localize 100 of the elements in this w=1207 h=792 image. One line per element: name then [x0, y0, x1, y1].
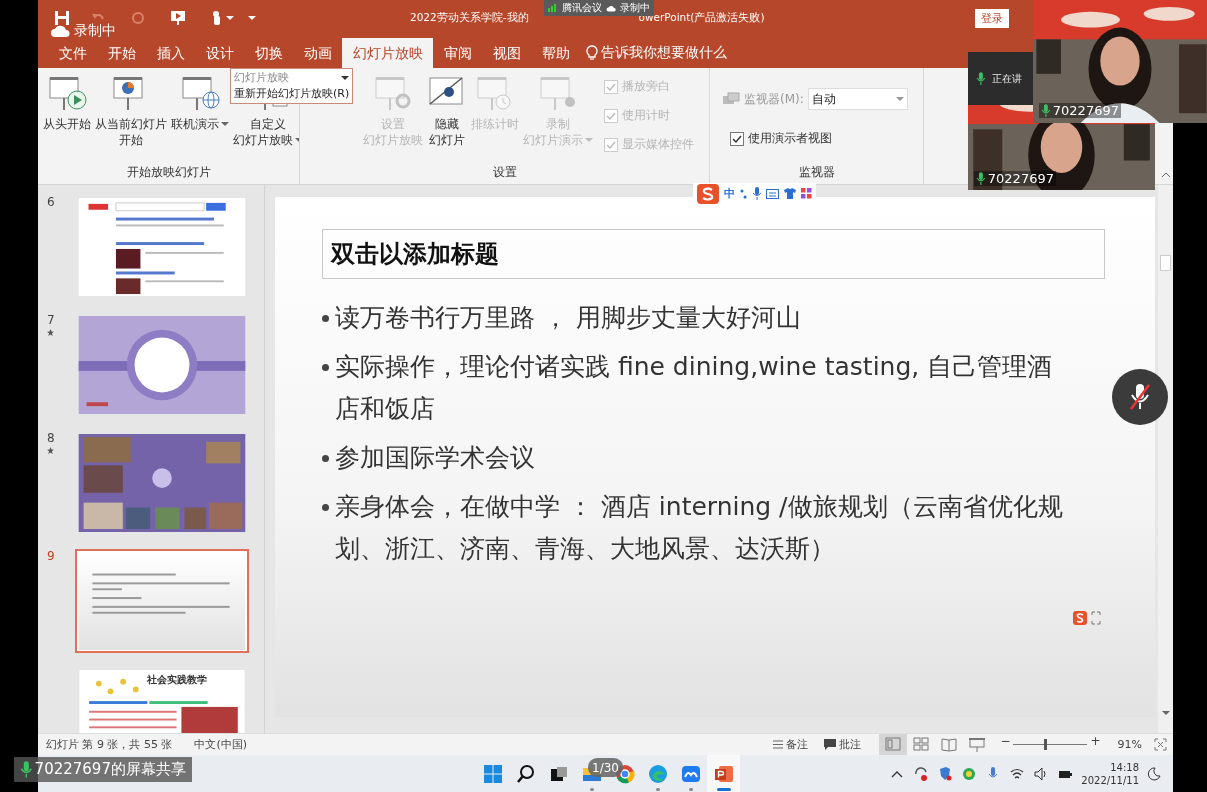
caret-icon — [585, 137, 593, 143]
comments-button[interactable]: 批注 — [816, 734, 870, 755]
ime-logo-icon[interactable] — [697, 183, 719, 204]
book-view-icon — [941, 737, 958, 752]
running-indicator — [688, 788, 693, 791]
running-indicator — [589, 788, 594, 791]
zoom-percent[interactable]: 91% — [1117, 738, 1142, 751]
checkbox[interactable]: 使用演示者视图 — [730, 130, 902, 147]
language[interactable]: 中文(中国) — [194, 737, 248, 752]
running-indicator — [655, 788, 660, 791]
ribbon-tab[interactable]: 切换 — [244, 42, 293, 64]
ribbon-tab[interactable]: 帮助 — [531, 42, 580, 64]
group-label: 开始放映幻灯片 — [125, 164, 212, 181]
recording-label: 录制中 — [74, 22, 116, 39]
meeting-app-name: 腾讯会议 — [562, 1, 602, 15]
input-mode[interactable]: 中 — [724, 186, 735, 201]
thumbnail-title: 社会实践教学 — [147, 673, 207, 687]
tooltip-title: 幻灯片放映 — [234, 70, 289, 86]
meeting-app-icon — [680, 763, 701, 784]
caret-icon — [221, 121, 229, 127]
microphone-icon — [976, 71, 986, 86]
punctuation-icon[interactable] — [740, 187, 748, 200]
speaker-status: 正在讲 — [991, 71, 1022, 86]
ribbon-tab[interactable]: 审阅 — [433, 42, 482, 64]
expand-icon[interactable] — [1091, 611, 1101, 625]
grid-icon[interactable] — [801, 188, 812, 199]
zoom-in-button[interactable]: + — [1087, 734, 1104, 747]
bullet-text: 实际操作，理论付诸实践 fine dining,wine tasting, 自己管理酒店和饭店 — [335, 351, 1054, 425]
notes-button[interactable]: 备注 — [765, 734, 817, 755]
tell-me-search[interactable]: 告诉我你想要做什么 — [601, 44, 727, 62]
shield-icon[interactable] — [937, 765, 954, 782]
ribbon-tab[interactable]: 开始 — [97, 42, 146, 64]
microphone-icon — [20, 760, 33, 779]
slideshow-view-icon — [969, 737, 986, 752]
caret-icon — [248, 15, 256, 21]
recycle-icon[interactable] — [961, 765, 978, 782]
running-indicator — [716, 788, 731, 791]
scrollbar-thumb[interactable] — [1160, 255, 1171, 271]
monitor-dropdown[interactable]: 自动 — [807, 88, 908, 110]
bullet-icon — [322, 364, 329, 371]
ribbon-tab[interactable]: 视图 — [482, 42, 531, 64]
title-placeholder[interactable]: 双击以添加标题 — [322, 229, 1105, 279]
slide-count: 幻灯片 第 9 张，共 55 张 — [46, 737, 173, 752]
caret-icon — [895, 96, 904, 102]
cloud-icon — [50, 23, 70, 38]
caret-icon — [226, 15, 234, 21]
ribbon-button[interactable]: 从头开始 — [42, 74, 92, 132]
ribbon-tab[interactable]: 文件 — [48, 42, 97, 64]
recording-status: 录制中 — [620, 1, 650, 13]
monitors-icon — [722, 92, 740, 106]
ribbon-tab[interactable]: 插入 — [146, 42, 195, 64]
moon-icon[interactable] — [1147, 766, 1161, 781]
share-title: 70227697的屏幕共享 — [34, 760, 186, 779]
lightbulb-icon — [586, 45, 598, 61]
window-title: 2022劳动关系学院-我的 — [410, 11, 529, 25]
grid-view-icon — [913, 737, 930, 752]
group-label: 监视器 — [797, 164, 836, 181]
slide-number: 9 — [47, 549, 56, 563]
ribbon-button[interactable]: 联机演示 — [170, 74, 230, 132]
bullet-icon — [322, 504, 329, 511]
login-button[interactable]: 登录 — [974, 8, 1009, 28]
ribbon-tab[interactable]: 动画 — [293, 42, 342, 64]
shirt-icon[interactable] — [784, 188, 796, 199]
bullet-icon — [322, 455, 329, 462]
participant-name: 70227697 — [987, 171, 1054, 186]
ribbon-tab[interactable]: 幻灯片放映 — [342, 38, 433, 68]
save-icon[interactable] — [54, 10, 70, 26]
bullet-text: 读万卷书行万里路 ， 用脚步丈量大好河山 — [335, 302, 801, 334]
ribbon-tab[interactable]: 设计 — [195, 42, 244, 64]
slideshow-icon[interactable] — [170, 10, 186, 26]
scroll-down-icon[interactable] — [1160, 709, 1171, 717]
monitor-label: 监视器(M): — [744, 90, 804, 108]
comment-icon — [824, 739, 837, 750]
page-count-toast: 1/30 — [588, 758, 623, 777]
notes-icon — [773, 740, 784, 749]
sync-icon[interactable] — [913, 765, 930, 782]
muted-microphone-icon — [1128, 382, 1152, 412]
ribbon-button[interactable]: 隐藏 幻灯片 — [426, 74, 468, 148]
bullet-icon — [322, 315, 329, 322]
cloud-icon — [606, 4, 616, 12]
ribbon-button[interactable]: 从当前幻灯片 开始 — [94, 74, 168, 148]
start-icon — [482, 763, 503, 784]
bullet-text: 亲身体会，在做中学 ： 酒店 interning /做旅规划（云南省优化规划、浙江、济南、青海、大地风景、达沃斯） — [335, 491, 1064, 565]
tooltip-item[interactable]: 重新开始幻灯片放映(R) — [234, 86, 350, 102]
keyboard-icon[interactable] — [766, 188, 779, 199]
caret-icon — [341, 75, 350, 81]
fit-window-icon[interactable] — [1154, 738, 1167, 751]
microphone-icon[interactable] — [753, 187, 761, 200]
scroll-up-icon[interactable] — [1160, 171, 1171, 179]
microphone-icon — [976, 171, 986, 186]
group-label: 设置 — [491, 164, 518, 181]
browser-icon — [647, 763, 668, 784]
zoom-out-button[interactable]: − — [997, 734, 1014, 747]
normal-view-icon — [885, 737, 902, 752]
slide-number: 7 — [47, 313, 56, 327]
ime-logo-icon[interactable] — [1073, 611, 1087, 625]
slide-number: 8 — [47, 431, 56, 445]
signal-icon — [548, 4, 558, 12]
clock[interactable]: 14:18 2022/11/11 — [1081, 760, 1139, 787]
zoom-slider-thumb[interactable] — [1044, 739, 1048, 750]
